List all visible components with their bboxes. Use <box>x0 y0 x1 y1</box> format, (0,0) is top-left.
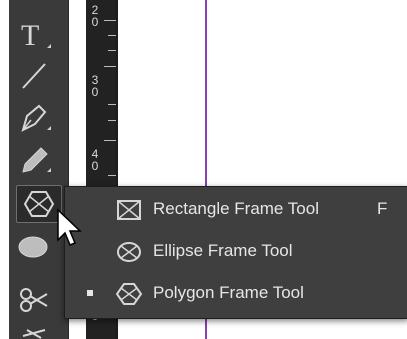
flyout-item-ellipse-frame-tool[interactable]: Ellipse Frame Tool <box>65 231 407 271</box>
selected-bullet-icon <box>87 290 93 296</box>
pen-tool-icon <box>21 104 51 132</box>
ruler-tick <box>104 66 116 67</box>
ellipse-frame-icon <box>117 242 141 262</box>
ruler-tick <box>108 50 116 51</box>
ruler-tick <box>108 120 116 121</box>
ruler-tick <box>108 175 116 176</box>
polygon-frame-tool-icon <box>23 191 55 217</box>
flyout-item-rectangle-frame-tool[interactable]: Rectangle Frame Tool F <box>65 189 407 229</box>
flyout-item-label: Ellipse Frame Tool <box>153 241 293 260</box>
ellipse-tool[interactable] <box>17 230 59 264</box>
mouse-pointer-icon <box>57 208 82 246</box>
ruler-mark-2: 20 <box>91 3 99 29</box>
pen-tool[interactable] <box>17 100 59 134</box>
pencil-tool[interactable] <box>17 142 59 176</box>
flyout-item-label: Polygon Frame Tool <box>153 283 304 302</box>
pencil-tool-icon <box>22 147 51 173</box>
polygon-frame-icon <box>115 283 143 305</box>
rectangle-frame-icon <box>117 200 141 220</box>
scissors-tool[interactable] <box>17 284 59 318</box>
ruler-tick <box>104 20 116 21</box>
free-transform-tool-icon <box>22 329 46 339</box>
line-tool-icon <box>22 63 46 89</box>
ruler-mark-3: 30 <box>91 73 99 99</box>
ellipse-tool-icon <box>18 236 48 258</box>
free-transform-tool[interactable] <box>17 326 59 339</box>
tools-panel: T <box>9 0 69 339</box>
ruler-tick <box>108 35 116 36</box>
flyout-item-label: Rectangle Frame Tool <box>153 199 319 218</box>
scissors-tool-icon <box>20 288 48 312</box>
frame-tools-flyout-menu: Rectangle Frame Tool F Ellipse Frame Too… <box>64 186 407 319</box>
type-tool[interactable]: T <box>17 18 59 52</box>
flyout-item-shortcut: F <box>377 199 388 218</box>
ruler-tick <box>108 104 116 105</box>
ruler-mark-4: 40 <box>91 147 99 173</box>
line-tool[interactable] <box>17 60 59 94</box>
flyout-item-polygon-frame-tool[interactable]: Polygon Frame Tool <box>65 273 407 313</box>
svg-text:T: T <box>21 19 39 52</box>
type-tool-icon: T <box>21 19 51 52</box>
ruler-tick <box>104 140 116 141</box>
